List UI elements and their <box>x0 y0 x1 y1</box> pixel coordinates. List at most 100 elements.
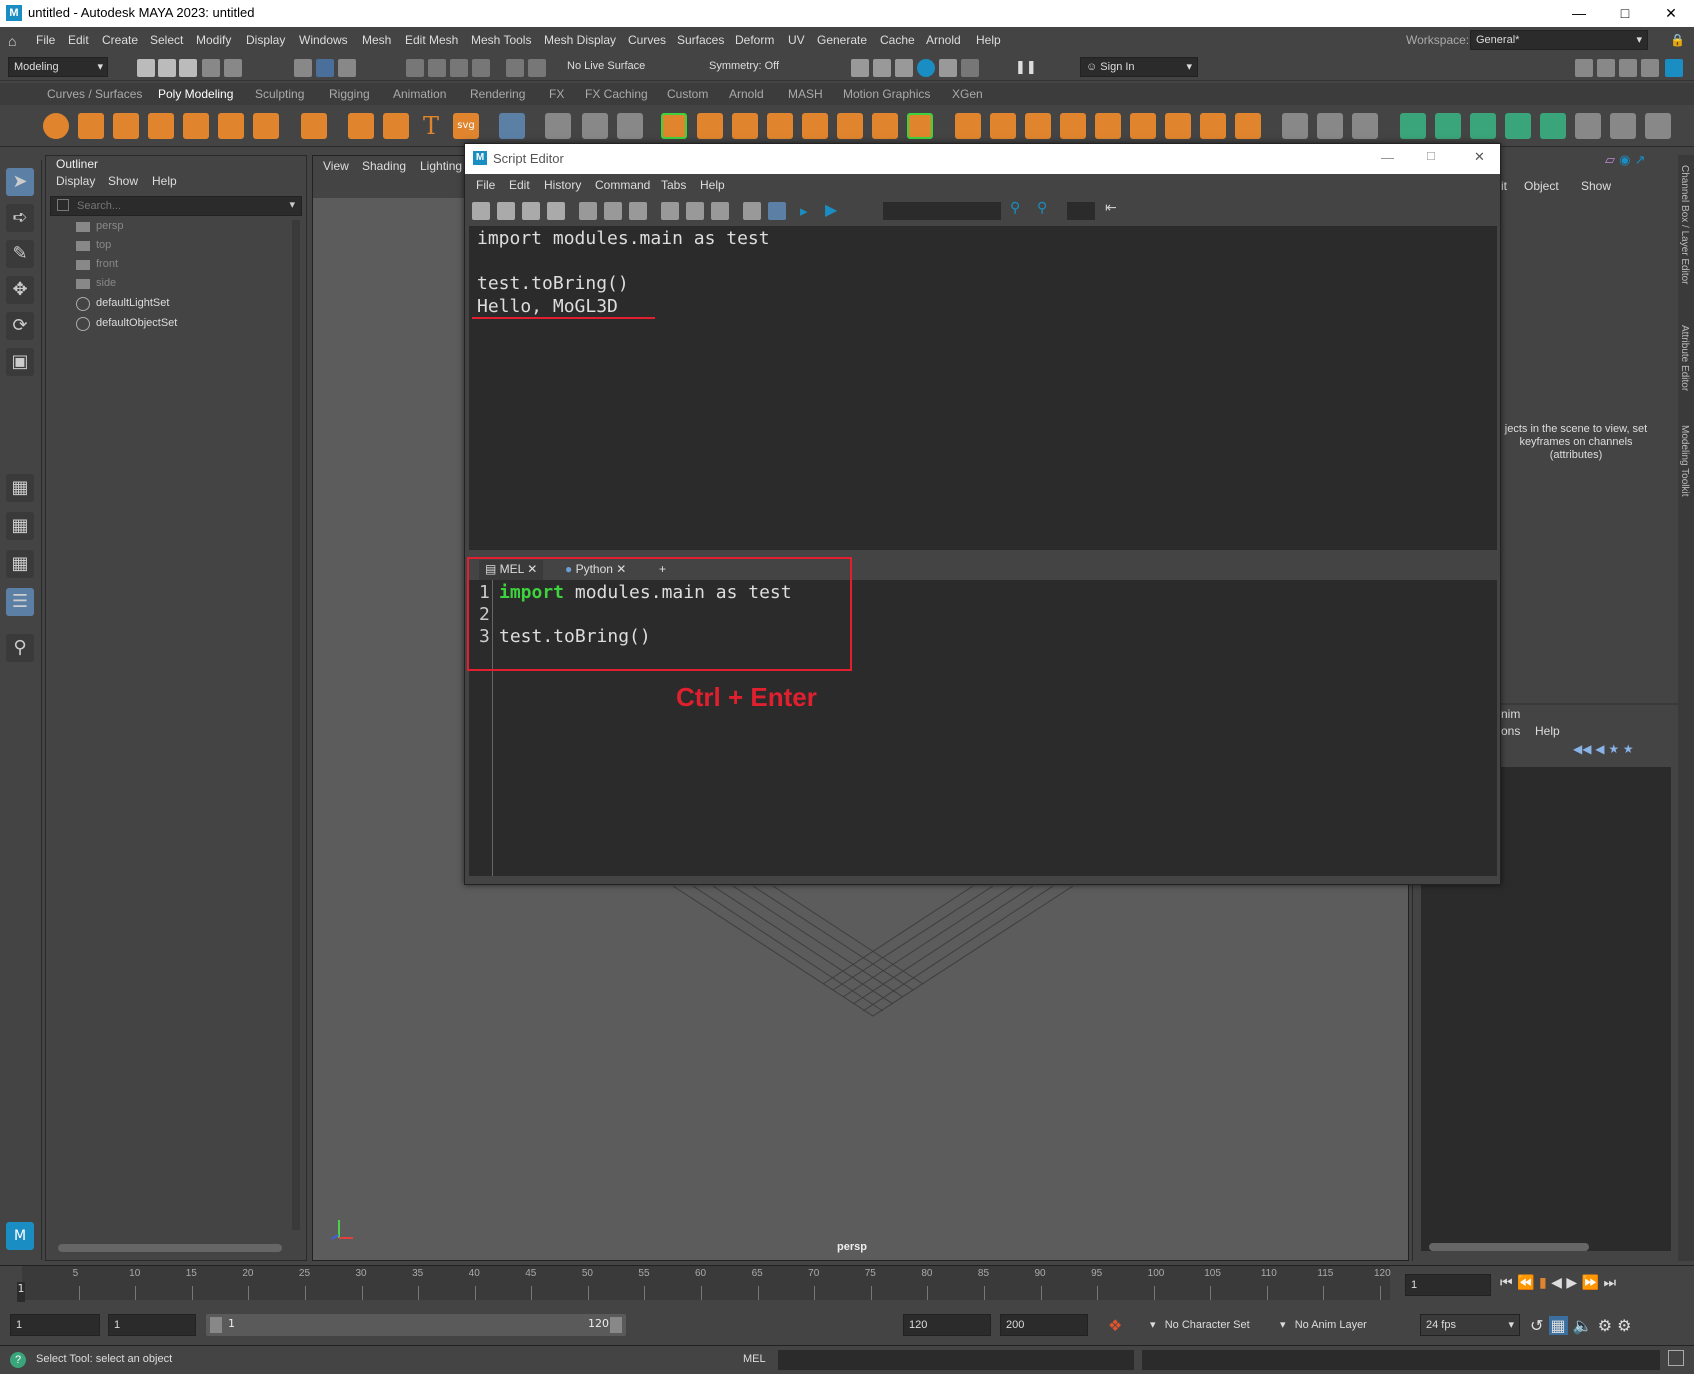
open-script-icon[interactable] <box>472 202 490 220</box>
layer-icon[interactable]: ◉ <box>1619 153 1630 168</box>
scale-tool-icon[interactable]: ▣ <box>6 348 34 376</box>
shelf-tab-curves-surfaces[interactable]: Curves / Surfaces <box>47 87 142 101</box>
search-up-icon[interactable]: ⚲ <box>1037 200 1047 216</box>
save-script-icon[interactable] <box>522 202 540 220</box>
menu-edit[interactable]: Edit <box>68 33 89 47</box>
range-end-field[interactable]: 120 <box>903 1314 991 1336</box>
layer-menu-help[interactable]: Help <box>1535 724 1560 738</box>
menu-cache[interactable]: Cache <box>880 33 915 47</box>
uv-sew-icon[interactable] <box>1645 113 1671 139</box>
menu-help[interactable]: Help <box>976 33 1001 47</box>
target-weld-icon[interactable] <box>1130 113 1156 139</box>
offset-edge-loop-icon[interactable] <box>1200 113 1226 139</box>
goto-line-field[interactable] <box>1067 202 1095 220</box>
shelf-tab-animation[interactable]: Animation <box>393 87 446 101</box>
maximize-icon[interactable]: □ <box>1602 0 1648 27</box>
menu-mesh-display[interactable]: Mesh Display <box>544 33 616 47</box>
time-slider[interactable]: 5 10 15 20 25 30 35 40 45 50 55 60 65 70 75 80 85 90 95 100… <box>0 1265 1694 1305</box>
side-tab-modeling-toolkit[interactable]: Modeling Toolkit <box>1679 425 1690 497</box>
go-to-start-icon[interactable]: ⏮ <box>1500 1275 1513 1291</box>
shelf-tab-xgen[interactable]: XGen <box>952 87 983 101</box>
poly-cylinder-icon[interactable] <box>113 113 139 139</box>
menu-curves[interactable]: Curves <box>628 33 666 47</box>
lock-icon[interactable]: 🔒 <box>1670 33 1685 47</box>
menu-generate[interactable]: Generate <box>817 33 867 47</box>
poly-plane-icon[interactable] <box>218 113 244 139</box>
shelf-tab-custom[interactable]: Custom <box>667 87 708 101</box>
layer-move-icons[interactable]: ◀◀ ◀ ★ ★ <box>1573 742 1634 756</box>
se-menu-tabs[interactable]: Tabs <box>661 178 686 192</box>
outliner-menu-display[interactable]: Display <box>56 174 95 188</box>
reduce-icon[interactable] <box>872 113 898 139</box>
shelf-tab-fx[interactable]: FX <box>549 87 564 101</box>
range-handle-left[interactable] <box>210 1317 222 1333</box>
live-surface-field[interactable]: No Live Surface <box>562 57 674 77</box>
channel-box-icon[interactable] <box>1641 59 1659 77</box>
ipr-render-icon[interactable] <box>895 59 913 77</box>
uv-cut-icon[interactable] <box>1610 113 1636 139</box>
command-input[interactable] <box>778 1350 1134 1370</box>
four-view-icon[interactable]: ▦ <box>6 512 34 540</box>
range-start-field[interactable]: 1 <box>108 1314 196 1336</box>
menu-file[interactable]: File <box>36 33 55 47</box>
playback-speed-icon[interactable]: ⚙ <box>1598 1316 1612 1335</box>
append-polygon-icon[interactable] <box>1235 113 1261 139</box>
home-icon[interactable]: ⌂ <box>8 33 16 49</box>
mirror-icon[interactable] <box>767 113 793 139</box>
lasso-tool-icon[interactable]: ➪ <box>6 204 34 232</box>
sound-icon[interactable]: 🔈 <box>1573 1316 1593 1335</box>
fill-hole-icon[interactable] <box>1025 113 1051 139</box>
select-component-icon[interactable] <box>338 59 356 77</box>
uv-unfold-icon[interactable] <box>1540 113 1566 139</box>
command-mode-label[interactable]: MEL <box>743 1353 766 1365</box>
sweep-mesh-icon[interactable] <box>383 113 409 139</box>
source-script-icon[interactable] <box>497 202 515 220</box>
step-forward-key-icon[interactable]: ⏩ <box>1582 1275 1599 1291</box>
close-icon[interactable]: ✕ <box>1474 149 1485 165</box>
current-frame-field[interactable]: 1 <box>1405 1274 1491 1296</box>
range-handle-right[interactable] <box>610 1317 622 1333</box>
menu-select[interactable]: Select <box>150 33 183 47</box>
smooth-mesh-icon[interactable] <box>499 113 525 139</box>
clear-history-icon[interactable] <box>579 202 597 220</box>
clear-all-icon[interactable] <box>629 202 647 220</box>
platonic-solid-icon[interactable] <box>301 113 327 139</box>
pause-icon[interactable]: ❚❚ <box>1015 59 1037 77</box>
execute-icon[interactable]: ▶ <box>825 200 843 219</box>
boolean-icon[interactable] <box>802 113 828 139</box>
redo-icon[interactable] <box>224 59 242 77</box>
se-menu-history[interactable]: History <box>544 178 581 192</box>
tool-settings-icon[interactable] <box>1619 59 1637 77</box>
line-numbers-icon[interactable] <box>768 202 786 220</box>
hypershade-icon[interactable] <box>939 59 957 77</box>
merge-icon[interactable] <box>1060 113 1086 139</box>
snap-surface-icon[interactable] <box>506 59 524 77</box>
timeline-track[interactable]: 5 10 15 20 25 30 35 40 45 50 55 60 65 70 75 80 85 90 95 100… <box>22 1266 1391 1300</box>
se-menu-command[interactable]: Command <box>595 178 650 192</box>
character-set-dropdown[interactable]: ▾ No Character Set <box>1150 1318 1250 1331</box>
play-backward-icon[interactable]: ◀ <box>1551 1275 1562 1291</box>
type-text-icon[interactable]: T <box>418 113 444 139</box>
search-field[interactable] <box>883 202 1001 220</box>
loop-icon[interactable]: ↺ <box>1530 1316 1543 1335</box>
help-icon[interactable]: ? <box>10 1352 26 1368</box>
side-tab-attribute-editor[interactable]: Attribute Editor <box>1679 325 1690 391</box>
rotate-tool-icon[interactable]: ⟳ <box>6 312 34 340</box>
workspace-dropdown[interactable]: General* ▾ <box>1470 30 1648 50</box>
open-scene-icon[interactable] <box>158 59 176 77</box>
indent-icon[interactable]: ⇤ <box>1105 200 1117 216</box>
maximize-icon[interactable]: □ <box>1427 148 1435 163</box>
layer-tab-anim[interactable]: nim <box>1501 707 1520 721</box>
anim-layer-dropdown[interactable]: ▾ No Anim Layer <box>1280 1318 1367 1331</box>
single-view-icon[interactable]: ▦ <box>6 474 34 502</box>
smooth-icon[interactable] <box>837 113 863 139</box>
side-tab-channel-box[interactable]: Channel Box / Layer Editor <box>1679 165 1690 285</box>
menu-mesh[interactable]: Mesh <box>362 33 391 47</box>
paint-select-icon[interactable]: ✎ <box>6 240 34 268</box>
cache-icon[interactable]: ▦ <box>1548 1316 1568 1335</box>
select-hierarchy-icon[interactable] <box>294 59 312 77</box>
menu-windows[interactable]: Windows <box>299 33 348 47</box>
uv-editor-icon[interactable] <box>1317 113 1343 139</box>
retopologize-icon[interactable] <box>955 113 981 139</box>
snap-curve-icon[interactable] <box>428 59 446 77</box>
